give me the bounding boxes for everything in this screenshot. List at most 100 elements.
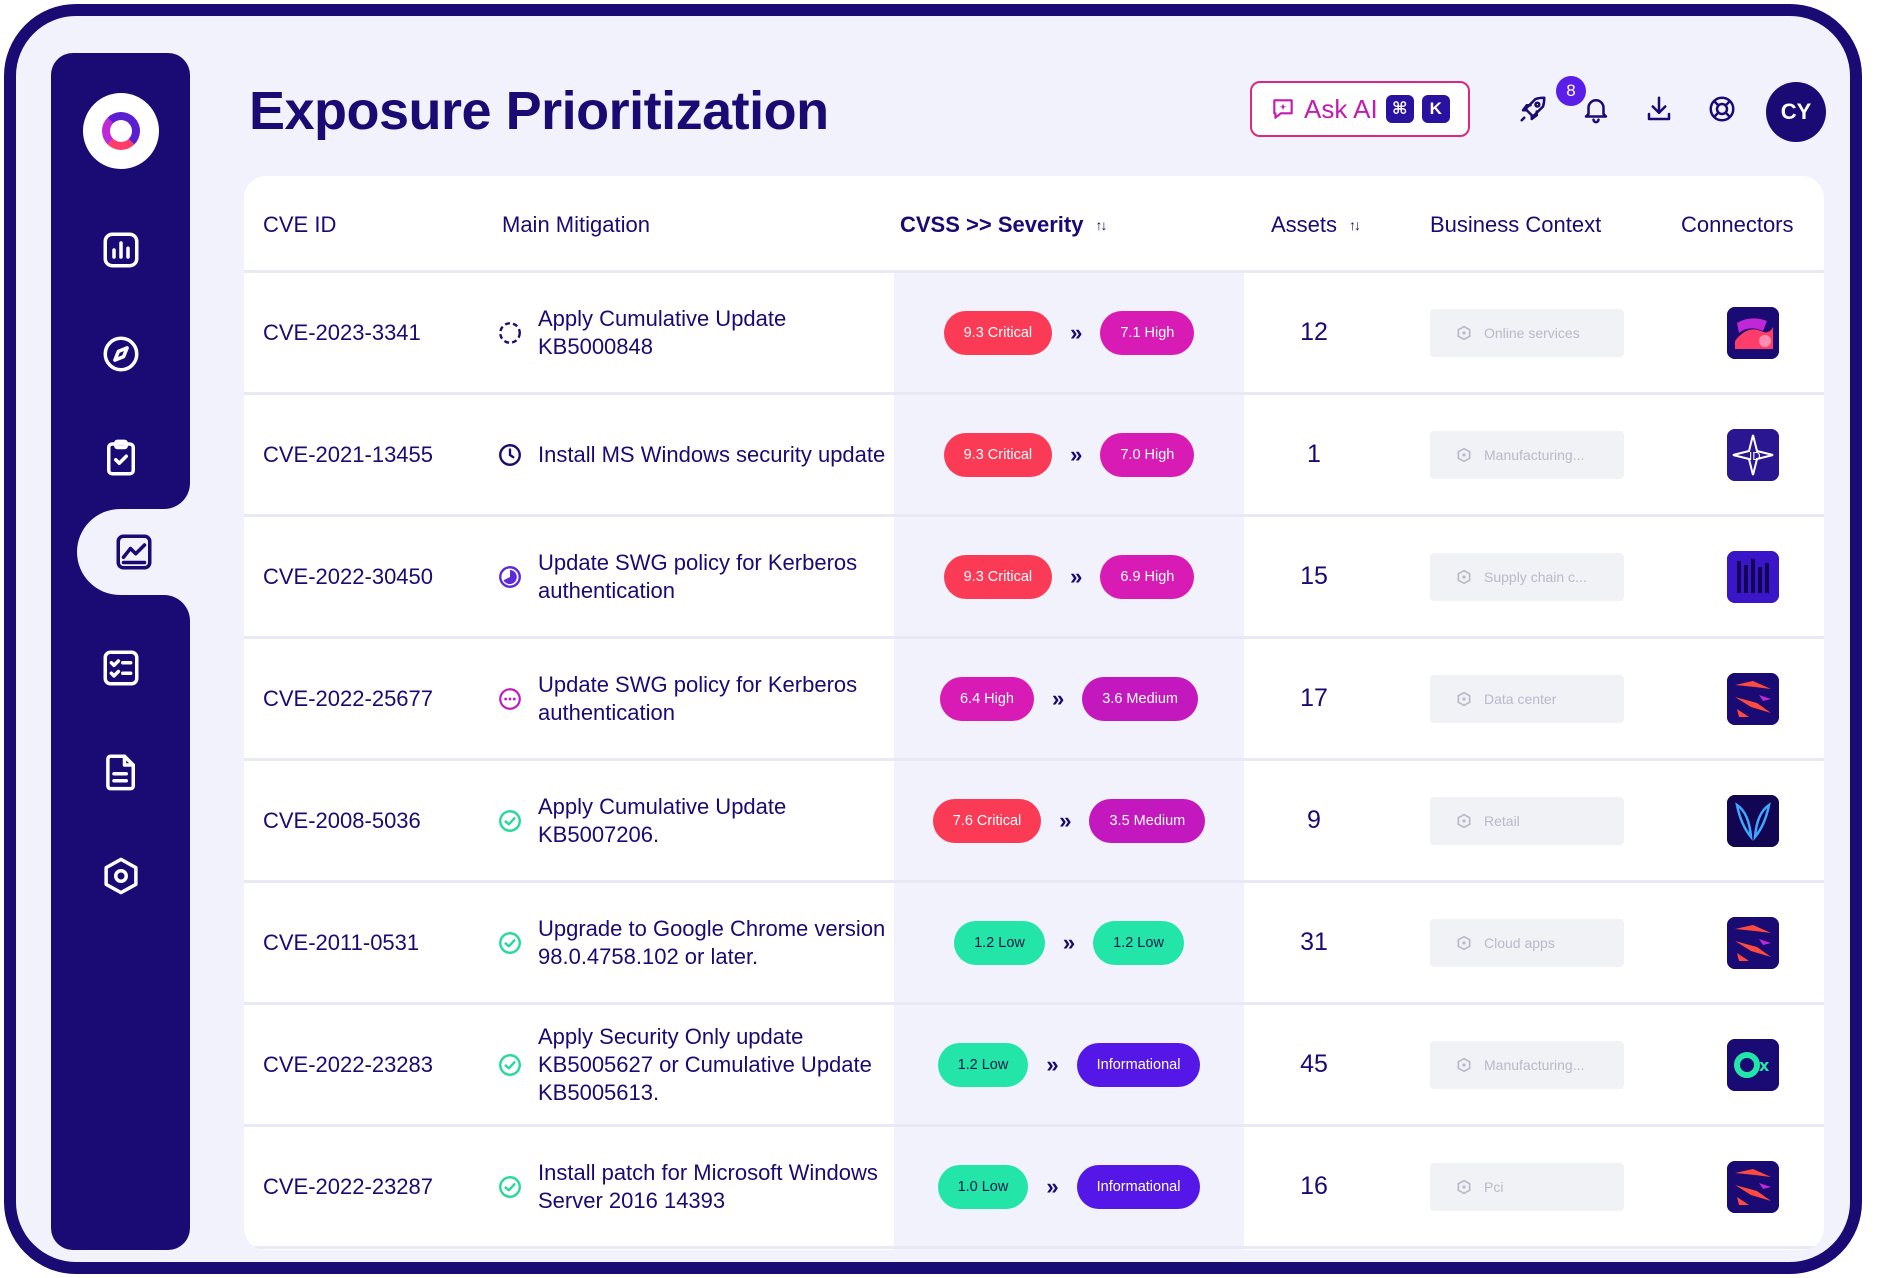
connector-stripes-logo[interactable] [1727, 916, 1779, 969]
table-row[interactable]: CVE-2021-13455 Install MS Windows securit… [244, 395, 1824, 517]
cvss-badge: 7.6 Critical [932, 798, 1042, 843]
mitigation-text[interactable]: Update SWG policy for Kerberos authentic… [538, 639, 888, 758]
lifebuoy-icon [1709, 96, 1735, 122]
assets-count[interactable]: 31 [1284, 883, 1344, 1002]
rocket-button[interactable] [1516, 92, 1550, 126]
connector-stripes-logo[interactable] [1727, 672, 1779, 725]
sort-icon[interactable]: ↑↓ [1095, 217, 1107, 233]
assets-count[interactable]: 15 [1284, 517, 1344, 636]
business-context-tag: Pci [1430, 1162, 1624, 1211]
cve-id[interactable]: CVE-2021-13455 [263, 395, 433, 514]
cve-id[interactable]: CVE-2022-23283 [263, 1005, 433, 1124]
cve-id[interactable]: CVE-2022-23287 [263, 1127, 433, 1246]
business-context-label: Manufacturing... [1484, 446, 1585, 463]
mitigation-status [496, 639, 524, 758]
double-chevron-icon: » [1059, 807, 1072, 833]
connector-sparkle-logo[interactable]: ID [1727, 428, 1779, 481]
assets-count[interactable]: 12 [1284, 273, 1344, 392]
header-mitigation: Main Mitigation [502, 176, 650, 273]
business-context-tag: Cloud apps [1430, 918, 1624, 967]
nav-reports[interactable] [51, 729, 190, 815]
cve-id[interactable]: CVE-2011-0531 [263, 883, 419, 1002]
nav-dashboard[interactable] [51, 207, 190, 293]
app-logo[interactable] [83, 93, 159, 169]
nav-settings[interactable] [51, 833, 190, 919]
table-row[interactable]: CVE-2022-23287 Install patch for Microsof… [244, 1127, 1824, 1249]
assets-count[interactable]: 1 [1284, 395, 1344, 514]
notification-badge: 8 [1556, 76, 1586, 106]
header-assets[interactable]: Assets ↑↓ [1271, 176, 1361, 273]
table-row[interactable]: CVE-2022-30450 Update SWG policy for Kerb… [244, 517, 1824, 639]
header-severity[interactable]: CVSS >> Severity ↑↓ [900, 176, 1107, 273]
svg-text:ID: ID [1749, 450, 1761, 463]
bell-icon [1584, 99, 1608, 124]
table-row[interactable]: CVE-2011-0531 Upgrade to Google Chrome ve… [244, 883, 1824, 1005]
mitigation-text[interactable]: Update SWG policy for Kerberos authentic… [538, 517, 888, 636]
nav-checklist[interactable] [51, 625, 190, 711]
assets-count[interactable]: 17 [1284, 639, 1344, 758]
nav-explore[interactable] [51, 311, 190, 397]
business-context-label: Data center [1484, 690, 1557, 707]
cve-id[interactable]: CVE-2008-5036 [263, 761, 421, 880]
checklist-icon [103, 650, 138, 686]
header-assets-label: Assets [1271, 211, 1338, 237]
check-circle-icon [499, 1175, 521, 1198]
double-chevron-icon: » [1062, 929, 1076, 955]
business-context-tag: Online services [1430, 308, 1624, 357]
download-button[interactable] [1642, 92, 1676, 126]
ask-ai-button[interactable]: Ask AI ⌘ K [1250, 81, 1470, 137]
check-circle-icon [499, 1053, 521, 1076]
table-row[interactable]: CVE-2022-25677 Update SWG policy for Kerb… [244, 639, 1824, 761]
double-chevron-icon: » [1070, 319, 1083, 345]
connector [1727, 639, 1779, 758]
mitigation-text[interactable]: Install patch for Microsoft Windows Serv… [538, 1127, 888, 1246]
connector-ox-logo[interactable]: x [1727, 1038, 1779, 1091]
business-context: Pci [1430, 1127, 1624, 1246]
cvss-badge: 9.3 Critical [943, 554, 1053, 599]
connector [1727, 883, 1779, 1002]
clipboard-check-icon [106, 439, 135, 476]
severity-badge: 3.6 Medium [1082, 676, 1199, 721]
severity-badge: 7.0 High [1100, 432, 1195, 477]
mitigation-status [496, 1127, 524, 1246]
connector-bars-logo[interactable] [1727, 550, 1779, 603]
nav-exposure[interactable] [77, 509, 190, 595]
table-row[interactable]: CVE-2022-23283 Apply Security Only update… [244, 1005, 1824, 1127]
connector-wings-logo[interactable] [1727, 794, 1779, 847]
severity-cell: 1.0 Low » Informational [894, 1127, 1244, 1246]
cve-id[interactable]: CVE-2022-25677 [263, 639, 433, 758]
assets-count[interactable]: 9 [1284, 761, 1344, 880]
assets-count[interactable]: 16 [1284, 1127, 1344, 1246]
shortcut-cmd-key: ⌘ [1385, 95, 1414, 123]
cvss-badge: 1.0 Low [937, 1164, 1029, 1209]
help-button[interactable] [1705, 92, 1739, 126]
sort-icon[interactable]: ↑↓ [1349, 217, 1361, 233]
table-row[interactable]: CVE-2008-5036 Apply Cumulative Update KB5… [244, 761, 1824, 883]
settings-hexagon-icon [103, 857, 138, 895]
severity-badge: Informational [1076, 1042, 1201, 1087]
severity-badge: 1.2 Low [1093, 920, 1184, 965]
mitigation-text[interactable]: Apply Cumulative Update KB5007206. [538, 761, 888, 880]
user-avatar[interactable]: CY [1766, 82, 1826, 142]
cve-id[interactable]: CVE-2023-3341 [263, 273, 421, 392]
hexagon-icon [1457, 447, 1471, 462]
download-icon [1647, 96, 1671, 121]
mitigation-text[interactable]: Install MS Windows security update [538, 395, 888, 514]
hexagon-icon [1457, 1179, 1471, 1194]
table-row[interactable]: CVE-2023-3341 Apply Cumulative Update KB5… [244, 273, 1824, 395]
connector-stripes-logo[interactable] [1727, 1160, 1779, 1213]
connector-abstract-logo[interactable] [1727, 306, 1779, 359]
hexagon-icon [1457, 691, 1471, 706]
severity-cell: 6.4 High » 3.6 Medium [894, 639, 1244, 758]
mitigation-text[interactable]: Upgrade to Google Chrome version 98.0.47… [538, 883, 888, 1002]
cve-id[interactable]: CVE-2022-30450 [263, 517, 433, 636]
business-context: Supply chain c... [1430, 517, 1624, 636]
pending-icon [499, 321, 521, 344]
mitigation-status [496, 761, 524, 880]
assets-count[interactable]: 45 [1284, 1005, 1344, 1124]
hexagon-icon [1457, 813, 1471, 828]
mitigation-text[interactable]: Apply Cumulative Update KB5000848 [538, 273, 888, 392]
business-context-tag: Manufacturing... [1430, 1040, 1624, 1089]
svg-text:x: x [1759, 1056, 1770, 1075]
mitigation-text[interactable]: Apply Security Only update KB5005627 or … [538, 1005, 888, 1124]
